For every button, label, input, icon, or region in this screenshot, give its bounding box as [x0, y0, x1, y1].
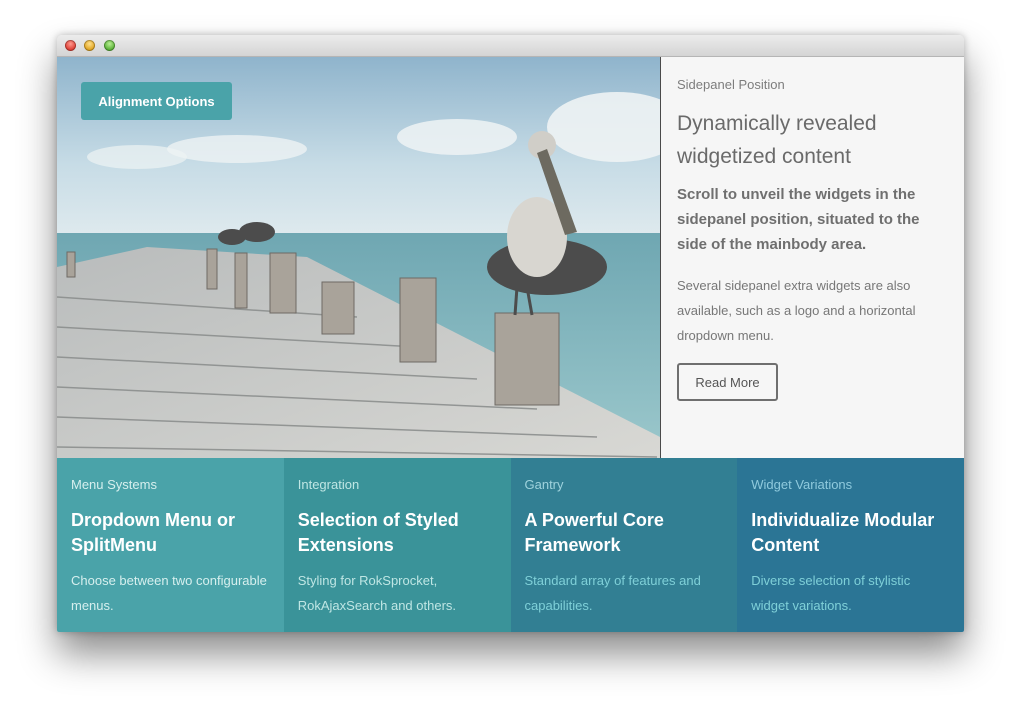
feature-description: Choose between two configurable menus.	[71, 573, 267, 613]
sidepanel-label: Sidepanel Position	[677, 77, 785, 92]
sidepanel-body: Several sidepanel extra widgets are also…	[677, 278, 916, 343]
sidepanel: Sidepanel Position Dynamically revealed …	[660, 57, 964, 458]
feature-label: Menu Systems	[71, 477, 157, 492]
feature-label: Widget Variations	[751, 477, 853, 492]
alignment-options-button[interactable]: Alignment Options	[81, 82, 232, 120]
feature-menu-systems: Menu Systems Dropdown Menu or SplitMenu …	[57, 458, 284, 632]
feature-title: Dropdown Menu or SplitMenu	[71, 510, 235, 555]
close-window-icon[interactable]	[65, 40, 76, 51]
read-more-button[interactable]: Read More	[677, 363, 778, 401]
features-row: Menu Systems Dropdown Menu or SplitMenu …	[57, 458, 964, 632]
feature-description: Styling for RokSprocket, RokAjaxSearch a…	[297, 573, 457, 613]
window-titlebar	[57, 35, 964, 57]
feature-title: Selection of Styled Extensions	[297, 510, 459, 555]
app-window: Alignment Options Sidepanel Position Dyn…	[57, 35, 964, 632]
sidepanel-lead: Scroll to unveil the widgets in the side…	[677, 186, 920, 253]
minimize-window-icon[interactable]	[84, 40, 95, 51]
feature-title: Individualize Modular Content	[751, 510, 935, 555]
feature-label: Integration	[297, 477, 360, 492]
maximize-window-icon[interactable]	[104, 40, 115, 51]
hero-showcase: Alignment Options	[57, 57, 660, 458]
feature-integration: Integration Selection of Styled Extensio…	[283, 458, 511, 632]
feature-title: A Powerful Core Framework	[524, 510, 664, 555]
feature-description: Diverse selection of stylistic widget va…	[751, 573, 911, 613]
sidepanel-heading: Dynamically revealed widgetized content	[677, 112, 877, 168]
feature-label: Gantry	[524, 477, 564, 492]
feature-description: Standard array of features and capabilit…	[524, 573, 701, 613]
feature-gantry: Gantry A Powerful Core Framework Standar…	[510, 458, 738, 632]
feature-widget-variations: Widget Variations Individualize Modular …	[737, 458, 964, 632]
